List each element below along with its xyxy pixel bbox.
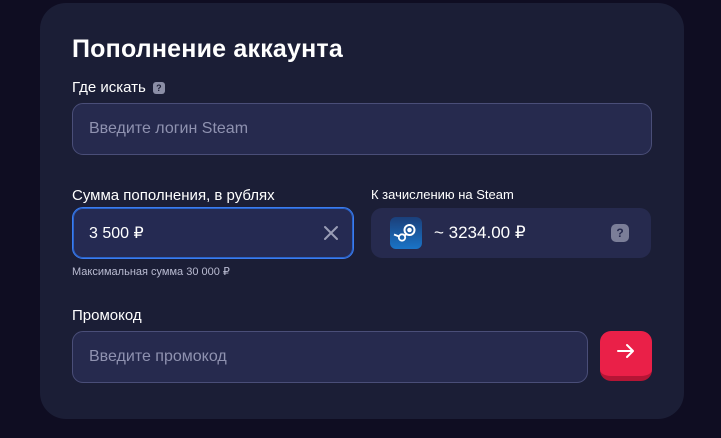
top-up-card: Пополнение аккаунта Где искать ? Сумма п…: [40, 3, 684, 419]
login-label: Где искать: [72, 79, 146, 96]
login-field[interactable]: [72, 103, 652, 155]
help-icon[interactable]: ?: [152, 81, 165, 94]
promo-label: Промокод: [72, 307, 142, 324]
promo-label-row: Промокод: [72, 307, 142, 324]
login-label-row: Где искать ?: [72, 79, 165, 96]
amount-label: Сумма пополнения, в рублях: [72, 187, 275, 204]
login-input[interactable]: [89, 120, 651, 138]
amount-field[interactable]: [72, 207, 354, 259]
promo-input[interactable]: [89, 348, 587, 366]
credit-label-row: К зачислению на Steam: [371, 187, 514, 202]
promo-field[interactable]: [72, 331, 588, 383]
close-icon[interactable]: [321, 223, 341, 243]
arrow-right-icon: [616, 342, 636, 365]
amount-hint: Максимальная сумма 30 000 ₽: [72, 266, 230, 278]
amount-label-row: Сумма пополнения, в рублях: [72, 187, 275, 204]
credit-label: К зачислению на Steam: [371, 187, 514, 202]
credit-box: ~ 3234.00 ₽ ?: [371, 208, 651, 258]
card-title: Пополнение аккаунта: [72, 35, 343, 63]
steam-logo-icon: [390, 217, 422, 249]
credit-value: ~ 3234.00 ₽: [434, 223, 526, 242]
promo-submit-button[interactable]: [600, 331, 652, 381]
amount-input[interactable]: [89, 224, 353, 242]
help-icon[interactable]: ?: [611, 224, 629, 242]
